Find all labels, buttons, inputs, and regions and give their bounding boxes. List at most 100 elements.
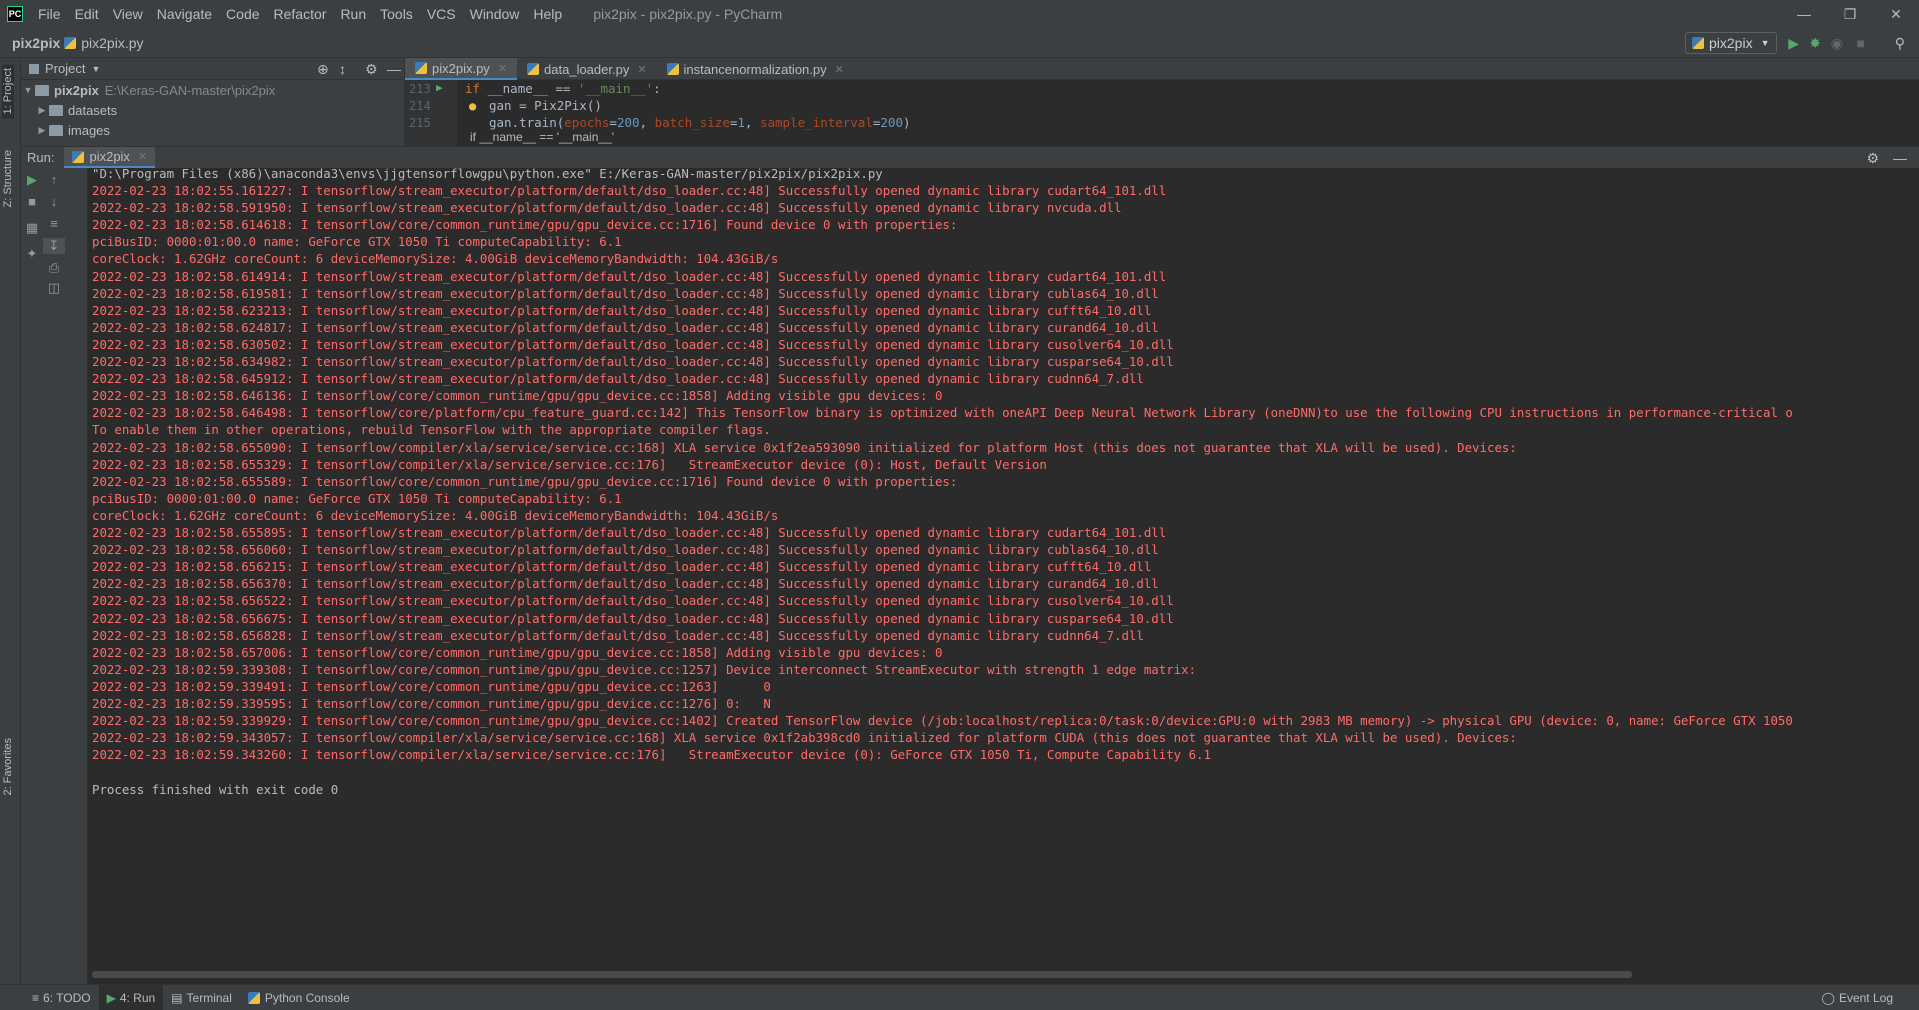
close-tab-icon[interactable]: ✕ <box>835 63 844 76</box>
menu-tools[interactable]: Tools <box>373 0 420 28</box>
event-log-label: Event Log <box>1838 990 1893 1005</box>
run-configuration-select[interactable]: pix2pix ▼ <box>1685 32 1777 54</box>
python-file-icon <box>415 62 427 74</box>
trash-icon[interactable]: ◫ <box>43 280 65 296</box>
collapse-all-icon[interactable]: ↕ <box>339 61 346 77</box>
console-line: 2022-02-23 18:02:55.161227: I tensorflow… <box>92 183 1167 198</box>
bottom-tool-bar: ≡ 6: TODO ▶ 4: Run ▤ Terminal Python Con… <box>0 984 1919 1010</box>
console-line: 2022-02-23 18:02:58.656060: I tensorflow… <box>92 542 1159 558</box>
search-icon[interactable]: ⚲ <box>1895 35 1905 51</box>
todo-label: 6: TODO <box>43 990 91 1005</box>
structure-tool-tab[interactable]: Z: Structure <box>2 150 14 207</box>
project-panel: Project ▼ ⊕ ↕ ⚙ — ▼ pix2pix E:\Keras-GAN… <box>21 58 405 146</box>
soft-wrap-icon[interactable]: ≡ <box>43 216 65 231</box>
layout-icon[interactable]: ▦ <box>21 220 43 236</box>
python-console-tool-button[interactable]: Python Console <box>240 985 358 1010</box>
python-file-icon <box>1692 37 1704 49</box>
run-label: Run: <box>27 150 55 165</box>
tree-root[interactable]: ▼ pix2pix E:\Keras-GAN-master\pix2pix <box>21 80 404 100</box>
tree-item[interactable]: ▶ datasets <box>21 100 404 120</box>
tab-data-loader-py[interactable]: data_loader.py ✕ <box>517 58 657 80</box>
hide-panel-icon[interactable]: — <box>1893 150 1907 166</box>
breadcrumb-project[interactable]: pix2pix <box>0 35 64 51</box>
gear-icon[interactable]: ⚙ <box>1866 150 1879 167</box>
code-editor[interactable]: 213 214 215 ▶ if __name__ == '__main__':… <box>405 80 1919 146</box>
run-panel-header: Run: pix2pix ✕ ⚙ — <box>21 146 1919 168</box>
menu-run[interactable]: Run <box>333 0 373 28</box>
run-tab[interactable]: pix2pix ✕ <box>64 147 156 168</box>
todo-tool-button[interactable]: ≡ 6: TODO <box>24 985 99 1010</box>
horizontal-scrollbar[interactable] <box>92 971 1632 978</box>
tab-label: data_loader.py <box>544 61 630 77</box>
close-tab-icon[interactable]: ✕ <box>498 62 507 75</box>
tab-instancenormalization-py[interactable]: instancenormalization.py ✕ <box>657 58 854 80</box>
run-configuration-label: pix2pix <box>1709 35 1753 51</box>
stop-icon[interactable]: ■ <box>1857 35 1865 51</box>
tree-item-label: images <box>68 122 110 138</box>
menu-vcs[interactable]: VCS <box>420 0 463 28</box>
menu-refactor[interactable]: Refactor <box>267 0 334 28</box>
console-line: 2022-02-23 18:02:58.634982: I tensorflow… <box>92 354 1174 369</box>
locate-icon[interactable]: ⊕ <box>317 61 329 78</box>
tab-label: pix2pix.py <box>432 60 490 76</box>
expand-arrow-icon[interactable]: ▶ <box>35 105 49 116</box>
console-line: 2022-02-23 18:02:58.646136: I tensorflow… <box>92 388 943 404</box>
menu-navigate[interactable]: Navigate <box>150 0 219 28</box>
menu-edit[interactable]: Edit <box>68 0 106 28</box>
favorites-tool-tab[interactable]: 2: Favorites <box>2 738 14 795</box>
editor-gutter: 213 214 215 ▶ <box>405 80 457 146</box>
run-gutter-icon[interactable]: ▶ <box>436 81 443 94</box>
console-line: pciBusID: 0000:01:00.0 name: GeForce GTX… <box>92 234 622 250</box>
event-log-icon: ◯ <box>1821 990 1835 1005</box>
folder-icon <box>49 104 63 116</box>
breadcrumb-file-label: pix2pix.py <box>81 34 144 51</box>
console-line: 2022-02-23 18:02:58.645912: I tensorflow… <box>92 371 1144 387</box>
expand-arrow-icon[interactable]: ▼ <box>21 85 35 95</box>
scroll-down-icon[interactable]: ↓ <box>43 194 65 209</box>
rerun-icon[interactable]: ▶ <box>21 172 43 188</box>
breadcrumb-file[interactable]: pix2pix.py <box>64 34 144 51</box>
expand-arrow-icon[interactable]: ▶ <box>35 125 49 136</box>
code-line-214: gan = Pix2Pix() <box>489 98 602 113</box>
chevron-down-icon[interactable]: ▼ <box>91 64 100 74</box>
run-tool-button[interactable]: ▶ 4: Run <box>98 984 164 1010</box>
tree-item[interactable]: ▶ images <box>21 120 404 140</box>
terminal-tool-button[interactable]: ▤ Terminal <box>163 985 240 1010</box>
close-tab-icon[interactable]: ✕ <box>138 150 147 163</box>
project-tool-tab[interactable]: 1: Project <box>2 64 14 119</box>
left-tool-stripe: 1: Project Z: Structure 2: Favorites <box>0 58 21 984</box>
menu-help[interactable]: Help <box>526 0 569 28</box>
debug-icon[interactable]: ✸ <box>1809 35 1821 51</box>
run-label: 4: Run <box>119 990 156 1005</box>
menu-code[interactable]: Code <box>219 0 266 28</box>
console-output[interactable]: "D:\Program Files (x86)\anaconda3\envs\j… <box>87 168 1919 984</box>
scroll-to-end-icon[interactable]: ↧ <box>43 238 65 254</box>
console-line: 2022-02-23 18:02:59.339595: I tensorflow… <box>92 696 771 711</box>
tab-pix2pix-py[interactable]: pix2pix.py ✕ <box>405 58 518 80</box>
code-line-213: if __name__ == '__main__': <box>465 81 661 96</box>
lightbulb-icon[interactable]: ● <box>469 99 476 113</box>
console-line: 2022-02-23 18:02:59.339929: I tensorflow… <box>92 713 1793 729</box>
run-icon[interactable]: ▶ <box>1788 35 1799 51</box>
project-view-select[interactable]: Project <box>45 61 85 76</box>
scroll-up-icon[interactable]: ↑ <box>43 172 65 187</box>
print-icon[interactable]: ⎙ <box>43 260 65 276</box>
console-line: 2022-02-23 18:02:58.655589: I tensorflow… <box>92 473 958 489</box>
gear-icon[interactable]: ⚙ <box>365 61 378 78</box>
folder-icon <box>49 124 63 136</box>
restore-button[interactable]: ❐ <box>1827 0 1873 28</box>
stop-icon[interactable]: ■ <box>21 194 43 209</box>
menu-window[interactable]: Window <box>463 0 527 28</box>
chevron-down-icon: ▼ <box>1760 38 1770 48</box>
event-log-tool-button[interactable]: ◯ Event Log <box>1814 985 1901 1010</box>
hide-panel-icon[interactable]: — <box>387 61 401 77</box>
code-breadcrumb[interactable]: if __name__ == '__main__' <box>470 130 614 144</box>
pycharm-logo-icon: PC <box>7 6 23 22</box>
minimize-button[interactable]: — <box>1781 0 1827 28</box>
menu-view[interactable]: View <box>106 0 150 28</box>
close-tab-icon[interactable]: ✕ <box>637 63 646 76</box>
close-window-button[interactable]: ✕ <box>1873 0 1919 28</box>
coverage-icon[interactable]: ◉ <box>1831 35 1843 51</box>
pin-icon[interactable]: ✦ <box>21 246 43 262</box>
menu-file[interactable]: File <box>31 0 68 28</box>
